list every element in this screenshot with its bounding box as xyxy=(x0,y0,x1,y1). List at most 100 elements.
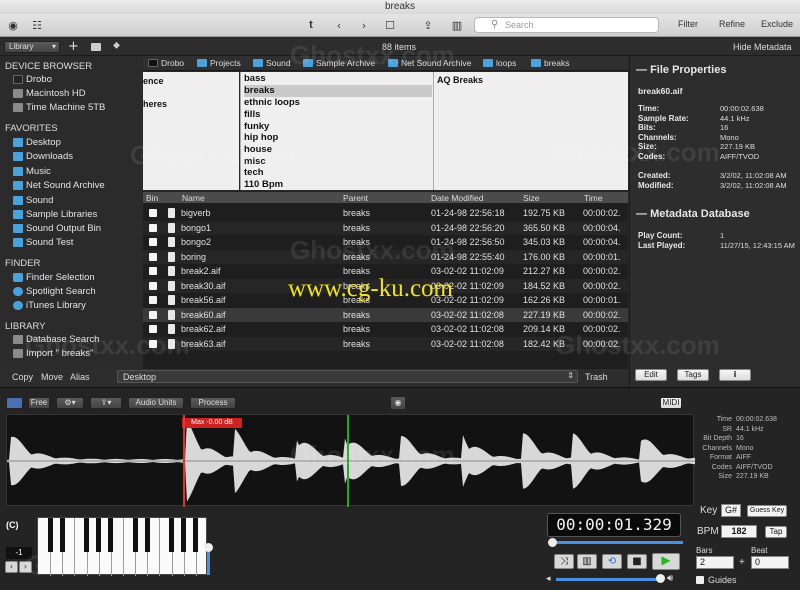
black-key[interactable] xyxy=(144,518,150,552)
octave-up-icon[interactable]: › xyxy=(19,561,32,573)
column-item[interactable]: heres xyxy=(143,99,167,109)
black-key[interactable] xyxy=(169,518,175,552)
column-header-size[interactable]: Size xyxy=(523,193,540,203)
bin-checkbox[interactable] xyxy=(149,252,157,261)
audio-units-button[interactable]: Audio Units xyxy=(128,397,184,409)
sidebar-item-spotlight-search[interactable]: Spotlight Search xyxy=(13,286,139,297)
breadcrumb-breaks[interactable]: breaks xyxy=(531,58,570,68)
column-header-date-modified[interactable]: Date Modified xyxy=(431,193,483,203)
column-item-aq-breaks[interactable]: AQ Breaks xyxy=(437,75,483,85)
speaker-icon[interactable] xyxy=(6,397,23,409)
share-icon[interactable]: ⇪ xyxy=(419,18,437,33)
bars-stepper[interactable]: 2 xyxy=(696,556,734,569)
breadcrumb-net-sound-archive[interactable]: Net Sound Archive xyxy=(388,58,471,68)
column-item-tech[interactable]: tech xyxy=(244,167,432,179)
black-key[interactable] xyxy=(59,518,65,552)
black-key[interactable] xyxy=(47,518,53,552)
search-input[interactable]: ⚲ Search xyxy=(474,17,659,33)
column-header-time[interactable]: Time xyxy=(584,193,603,203)
output-volume-slider[interactable] xyxy=(556,578,662,581)
copy-button[interactable]: Copy xyxy=(12,372,33,382)
sidebar-item-database-search[interactable]: Database Search xyxy=(13,334,139,345)
edit-button[interactable]: Edit xyxy=(635,369,667,381)
sidebar-item-sample-libraries[interactable]: Sample Libraries xyxy=(13,209,139,220)
eye-icon[interactable]: ◉ xyxy=(5,18,21,33)
table-row[interactable]: break60.aif breaks 03-02-02 11:02:08 227.19… xyxy=(143,307,628,322)
tool-t-button[interactable]: t xyxy=(304,18,318,33)
loop-icon[interactable]: ⟲ xyxy=(602,554,622,569)
column-item-breaks[interactable]: breaks xyxy=(244,85,432,97)
sidebar-item-sound[interactable]: Sound xyxy=(13,195,139,206)
tags-button[interactable]: Tags xyxy=(677,369,709,381)
share-icon[interactable]: ⇪▾ xyxy=(90,397,122,409)
bin-checkbox[interactable] xyxy=(149,223,157,232)
bpm-field[interactable]: 182 xyxy=(721,525,757,538)
exclude-button[interactable]: Exclude xyxy=(761,19,793,29)
piano-keyboard[interactable] xyxy=(37,517,207,576)
breadcrumb-sound[interactable]: Sound xyxy=(253,58,291,68)
sidebar-item-sound-output-bin[interactable]: Sound Output Bin xyxy=(13,223,139,234)
column-header-parent[interactable]: Parent xyxy=(343,193,368,203)
black-key[interactable] xyxy=(108,518,114,552)
process-button[interactable]: Process xyxy=(190,397,236,409)
position-knob[interactable] xyxy=(548,538,557,547)
bin-checkbox[interactable] xyxy=(149,209,157,217)
black-key[interactable] xyxy=(181,518,187,552)
sidebar-item-itunes-library[interactable]: iTunes Library xyxy=(13,300,139,311)
sidebar-item-desktop[interactable]: Desktop xyxy=(13,137,139,148)
sidebar-item-downloads[interactable]: Downloads xyxy=(13,151,139,162)
column-item-fills[interactable]: fills xyxy=(244,109,432,121)
folder-icon[interactable] xyxy=(91,43,101,51)
forward-arrow-icon[interactable]: › xyxy=(357,18,371,33)
bin-checkbox[interactable] xyxy=(149,238,157,246)
position-slider[interactable] xyxy=(553,541,683,544)
shuffle-icon[interactable]: ⤨ xyxy=(554,554,574,569)
refine-button[interactable]: Refine xyxy=(719,19,745,29)
column-item-hip-hop[interactable]: hip hop xyxy=(244,132,432,144)
marker-icon[interactable]: ▥ xyxy=(577,554,597,569)
bin-checkbox[interactable] xyxy=(149,339,157,348)
breadcrumb-projects[interactable]: Projects xyxy=(197,58,241,68)
bin-checkbox[interactable] xyxy=(149,267,157,275)
move-button[interactable]: Move xyxy=(41,372,63,382)
midi-button[interactable]: MIDI xyxy=(660,397,682,409)
volume-knob[interactable] xyxy=(204,543,213,552)
bin-checkbox[interactable] xyxy=(149,281,157,290)
sidebar-item-sound-test[interactable]: Sound Test xyxy=(13,237,139,248)
destination-select[interactable]: Desktop ⇕ xyxy=(117,370,578,383)
black-key[interactable] xyxy=(84,518,90,552)
bin-checkbox[interactable] xyxy=(149,296,157,304)
tag-icon[interactable]: ⬥ xyxy=(113,40,120,51)
table-row[interactable]: break63.aif breaks 03-02-02 11:02:08 182.42… xyxy=(143,336,628,351)
column-header-bin[interactable]: Bin xyxy=(146,193,158,203)
guess-key-button[interactable]: Guess Key xyxy=(747,505,787,517)
start-marker[interactable] xyxy=(183,415,185,507)
free-button[interactable]: Free xyxy=(28,397,50,409)
octave-down-icon[interactable]: ‹ xyxy=(5,561,18,573)
waveform-view[interactable]: Max -0.00 dB xyxy=(6,414,695,507)
info-icon[interactable]: i xyxy=(719,369,751,381)
black-key[interactable] xyxy=(193,518,199,552)
sidebar-item-time-machine[interactable]: Time Machine 5TB xyxy=(13,102,139,113)
bin-checkbox[interactable] xyxy=(149,310,157,319)
play-icon[interactable]: ▶ xyxy=(652,553,680,570)
sliders-icon[interactable]: ☷ xyxy=(29,18,45,33)
record-icon[interactable]: ◉ xyxy=(390,396,406,410)
column-item-house[interactable]: house xyxy=(244,144,432,156)
column-item[interactable]: ence xyxy=(143,76,164,86)
sidebar-item-macintosh-hd[interactable]: Macintosh HD xyxy=(13,88,139,99)
alias-button[interactable]: Alias xyxy=(70,372,90,382)
action-icon[interactable]: ☐ xyxy=(381,18,399,33)
guides-checkbox[interactable] xyxy=(696,576,704,584)
stop-icon[interactable]: ■ xyxy=(627,554,647,569)
playhead[interactable] xyxy=(347,415,349,507)
hide-metadata-button[interactable]: Hide Metadata xyxy=(733,42,792,52)
column-header-name[interactable]: Name xyxy=(182,193,205,203)
black-key[interactable] xyxy=(96,518,102,552)
column-item-110-bpm[interactable]: 110 Bpm xyxy=(244,179,432,191)
tap-button[interactable]: Tap xyxy=(765,526,787,538)
add-icon[interactable]: + xyxy=(68,39,79,54)
breadcrumb-sample-archive[interactable]: Sample Archive xyxy=(303,58,375,68)
filter-button[interactable]: Filter xyxy=(678,19,698,29)
library-select[interactable]: Library ▾ xyxy=(4,41,60,53)
